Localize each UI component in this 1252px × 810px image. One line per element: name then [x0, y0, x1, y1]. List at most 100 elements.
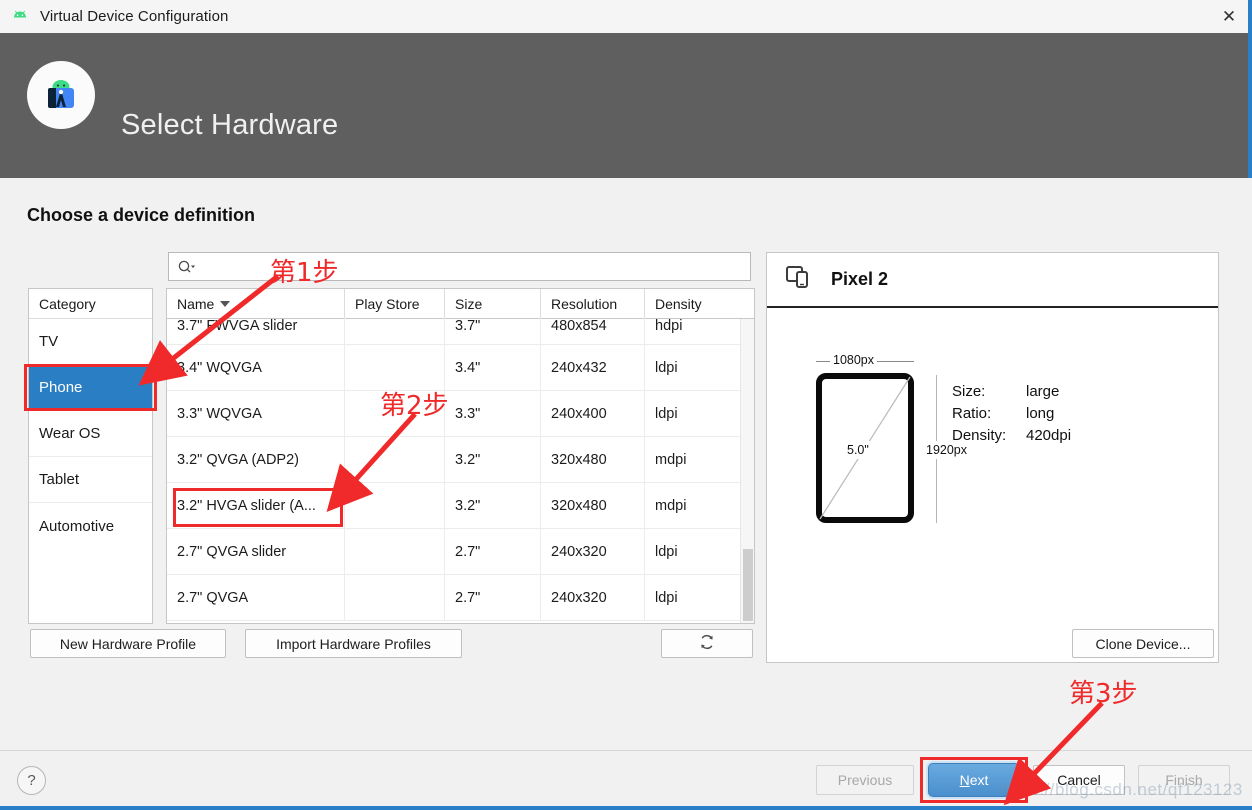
spec-row-ratio: Ratio: long — [952, 405, 1071, 422]
refresh-icon — [698, 633, 716, 654]
cell-play-store — [345, 575, 445, 620]
search-input[interactable] — [195, 258, 750, 275]
banner-accent-edge — [1248, 33, 1252, 178]
preview-device-name: Pixel 2 — [831, 269, 889, 289]
cancel-button[interactable]: Cancel — [1033, 765, 1125, 795]
cell-size: 3.3" — [445, 391, 541, 436]
category-item-tablet[interactable]: Tablet — [29, 457, 152, 503]
cell-resolution: 240x400 — [541, 391, 645, 436]
cell-density: mdpi — [655, 451, 687, 468]
window-title: Virtual Device Configuration — [40, 8, 229, 25]
cell-play-store — [345, 437, 445, 482]
previous-button[interactable]: Previous — [816, 765, 914, 795]
footer-accent-edge — [0, 806, 1252, 810]
finish-button[interactable]: Finish — [1138, 765, 1230, 795]
category-item-phone[interactable]: Phone — [29, 365, 152, 411]
cell-size: 3.2" — [445, 483, 541, 528]
table-row[interactable]: 2.7" QVGA 2.7" 240x320 ldpi — [167, 575, 754, 621]
cell-play-store — [345, 483, 445, 528]
cell-name: 2.7" QVGA — [167, 575, 345, 620]
category-list: Category TV Phone Wear OS Tablet Automot… — [28, 288, 153, 624]
cell-resolution: 240x320 — [541, 529, 645, 574]
spec-value-ratio: long — [1026, 405, 1055, 422]
title-bar: Virtual Device Configuration ✕ — [0, 0, 1252, 33]
section-heading: Choose a device definition — [27, 205, 256, 225]
table-row[interactable]: 3.4" WQVGA 3.4" 240x432 ldpi — [167, 345, 754, 391]
cell-density: ldpi — [655, 543, 678, 560]
cell-size: 2.7" — [445, 575, 541, 620]
column-header-resolution[interactable]: Resolution — [541, 289, 645, 318]
device-definition-table: Name Play Store Size Resolution Density … — [166, 288, 755, 624]
column-header-size[interactable]: Size — [445, 289, 541, 318]
cell-name: 3.4" WQVGA — [167, 345, 345, 390]
cell-resolution: 320x480 — [541, 483, 645, 528]
cell-name: 3.2" QVGA (ADP2) — [167, 437, 345, 482]
cell-resolution: 320x480 — [541, 437, 645, 482]
table-row[interactable]: 3.2" QVGA (ADP2) 3.2" 320x480 mdpi — [167, 437, 754, 483]
cell-density: ldpi — [655, 405, 678, 422]
spec-row-size: Size: large — [952, 383, 1071, 400]
refresh-button[interactable] — [661, 629, 753, 658]
preview-header: Pixel 2 — [767, 253, 1218, 308]
cell-density: ldpi — [655, 589, 678, 606]
column-header-name-label: Name — [177, 295, 215, 312]
cell-size: 3.4" — [445, 345, 541, 390]
cell-resolution: 240x320 — [541, 575, 645, 620]
table-row[interactable]: 3.2" HVGA slider (A... 3.2" 320x480 mdpi — [167, 483, 754, 529]
cell-play-store — [345, 529, 445, 574]
spec-key-size: Size: — [952, 383, 986, 400]
column-header-play-store[interactable]: Play Store — [345, 289, 445, 318]
cell-resolution: 240x432 — [541, 345, 645, 390]
devices-icon — [785, 264, 815, 295]
android-studio-icon — [27, 61, 95, 129]
cell-density: hdpi — [655, 318, 683, 334]
next-button[interactable]: Next — [928, 763, 1020, 797]
table-header-row: Name Play Store Size Resolution Density — [167, 289, 754, 319]
cell-name: 3.2" HVGA slider (A... — [167, 483, 345, 528]
table-scrollbar[interactable] — [740, 319, 754, 623]
cell-name: 3.7" FWVGA slider — [167, 318, 345, 344]
cell-size: 3.7" — [445, 318, 541, 344]
annotation-step-3: 第3步 — [1069, 679, 1138, 709]
spec-key-ratio: Ratio: — [952, 405, 992, 422]
clone-device-button[interactable]: Clone Device... — [1072, 629, 1214, 658]
column-header-density[interactable]: Density — [645, 289, 740, 318]
cell-name: 3.3" WQVGA — [167, 391, 345, 436]
category-column-header: Category — [29, 289, 152, 319]
cell-density: ldpi — [655, 359, 678, 376]
cell-name: 2.7" QVGA slider — [167, 529, 345, 574]
table-scrollbar-thumb[interactable] — [743, 549, 753, 621]
next-button-label: ext — [969, 772, 989, 788]
table-body: 3.7" FWVGA slider 3.7" 480x854 hdpi 3.4"… — [167, 318, 754, 621]
search-field[interactable] — [168, 252, 751, 281]
sort-descending-caret-icon[interactable] — [220, 300, 231, 307]
cell-play-store — [345, 345, 445, 390]
page-title: Select Hardware — [121, 109, 339, 141]
spec-key-density: Density: — [952, 427, 1007, 444]
question-mark-icon[interactable]: ? — [17, 766, 46, 795]
spec-value-size: large — [1026, 383, 1060, 400]
table-row[interactable]: 3.7" FWVGA slider 3.7" 480x854 hdpi — [167, 318, 754, 345]
cell-size: 3.2" — [445, 437, 541, 482]
device-preview-panel: Pixel 2 1080px 5.0" 1920px Size: large R… — [766, 252, 1219, 663]
category-item-automotive[interactable]: Automotive — [29, 503, 152, 549]
spec-value-density: 420dpi — [1026, 427, 1072, 444]
search-icon[interactable] — [177, 259, 195, 275]
wizard-banner: Select Hardware — [0, 33, 1252, 178]
cell-density: mdpi — [655, 497, 687, 514]
window-accent-edge — [1248, 0, 1252, 33]
spec-row-density: Density: 420dpi — [952, 427, 1071, 444]
column-header-name[interactable]: Name — [167, 289, 345, 318]
footer-divider — [0, 750, 1252, 751]
table-row[interactable]: 2.7" QVGA slider 2.7" 240x320 ldpi — [167, 529, 754, 575]
virtual-device-configuration-window: Virtual Device Configuration ✕ Select Ha… — [0, 0, 1252, 810]
category-item-tv[interactable]: TV — [29, 319, 152, 365]
table-row[interactable]: 3.3" WQVGA 3.3" 240x400 ldpi — [167, 391, 754, 437]
import-hardware-profiles-button[interactable]: Import Hardware Profiles — [245, 629, 462, 658]
new-hardware-profile-button[interactable]: New Hardware Profile — [30, 629, 226, 658]
width-label: 1080px — [830, 353, 878, 367]
close-icon[interactable]: ✕ — [1206, 0, 1252, 33]
cell-resolution: 480x854 — [541, 318, 645, 344]
category-item-wear-os[interactable]: Wear OS — [29, 411, 152, 457]
cell-size: 2.7" — [445, 529, 541, 574]
